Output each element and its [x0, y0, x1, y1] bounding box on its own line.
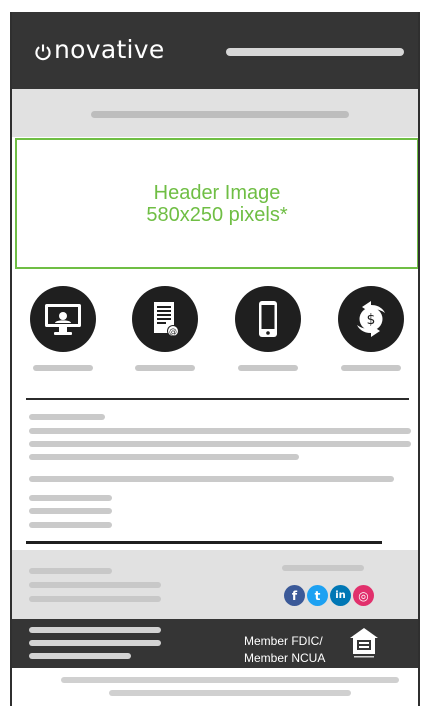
member-text: Member FDIC/ Member NCUA	[244, 633, 325, 667]
logo-text: novative	[54, 35, 165, 64]
feature-tile-money-transfer[interactable]: $	[331, 286, 411, 376]
header-image-placeholder[interactable]: Header Image 580x250 pixels*	[15, 138, 418, 269]
footer-social-heading-line	[282, 565, 364, 571]
feature-caption-placeholder	[238, 365, 298, 371]
footer-text-line	[29, 582, 161, 588]
email-footer: f t in ◎	[12, 550, 418, 619]
content-divider-top	[26, 398, 409, 400]
feature-tile-document[interactable]: @	[125, 286, 205, 376]
post-footer-line	[61, 677, 399, 683]
equal-housing-icon	[347, 626, 381, 660]
body-text-line	[29, 441, 411, 447]
body-text-line	[29, 454, 299, 460]
member-fdic-label: Member FDIC/	[244, 634, 323, 648]
feature-caption-placeholder	[341, 365, 401, 371]
legal-bar: Member FDIC/ Member NCUA	[12, 619, 418, 668]
member-ncua-label: Member NCUA	[244, 651, 326, 665]
body-text-line	[29, 495, 112, 501]
header-image-title: Header Image	[153, 181, 281, 204]
content-divider-bottom	[26, 541, 382, 544]
power-icon	[34, 43, 52, 61]
twitter-icon[interactable]: t	[307, 585, 328, 606]
body-text-line	[29, 508, 112, 514]
header-nav-placeholder	[226, 48, 404, 56]
feature-tile-smartphone[interactable]	[228, 286, 308, 376]
svg-text:@: @	[169, 327, 177, 336]
feature-tile-monitor[interactable]	[23, 286, 103, 376]
legal-text-line	[29, 627, 161, 633]
brand-logo[interactable]: novative	[34, 35, 165, 64]
post-footer-line	[109, 690, 351, 696]
preheader-text-placeholder	[91, 111, 349, 118]
linkedin-icon[interactable]: in	[330, 585, 351, 606]
monitor-icon	[30, 286, 96, 352]
instagram-icon[interactable]: ◎	[353, 585, 374, 606]
email-header-bar: novative	[12, 12, 418, 89]
feature-icons-row: @ $	[12, 286, 418, 376]
header-image-size: 580x250 pixels*	[146, 203, 288, 226]
money-transfer-icon: $	[338, 286, 404, 352]
body-heading-line	[29, 414, 105, 420]
body-text-line	[29, 522, 112, 528]
facebook-icon[interactable]: f	[284, 585, 305, 606]
body-text-line	[29, 476, 394, 482]
social-links: f t in ◎	[284, 585, 374, 606]
document-icon: @	[132, 286, 198, 352]
legal-text-line	[29, 653, 131, 659]
smartphone-icon	[235, 286, 301, 352]
feature-caption-placeholder	[33, 365, 93, 371]
email-template-preview: novative Header Image 580x250 pixels* @ …	[10, 12, 420, 706]
body-text-line	[29, 428, 411, 434]
feature-caption-placeholder	[135, 365, 195, 371]
preheader-bar	[12, 89, 418, 137]
footer-text-line	[29, 568, 112, 574]
footer-text-line	[29, 596, 161, 602]
legal-text-line	[29, 640, 161, 646]
